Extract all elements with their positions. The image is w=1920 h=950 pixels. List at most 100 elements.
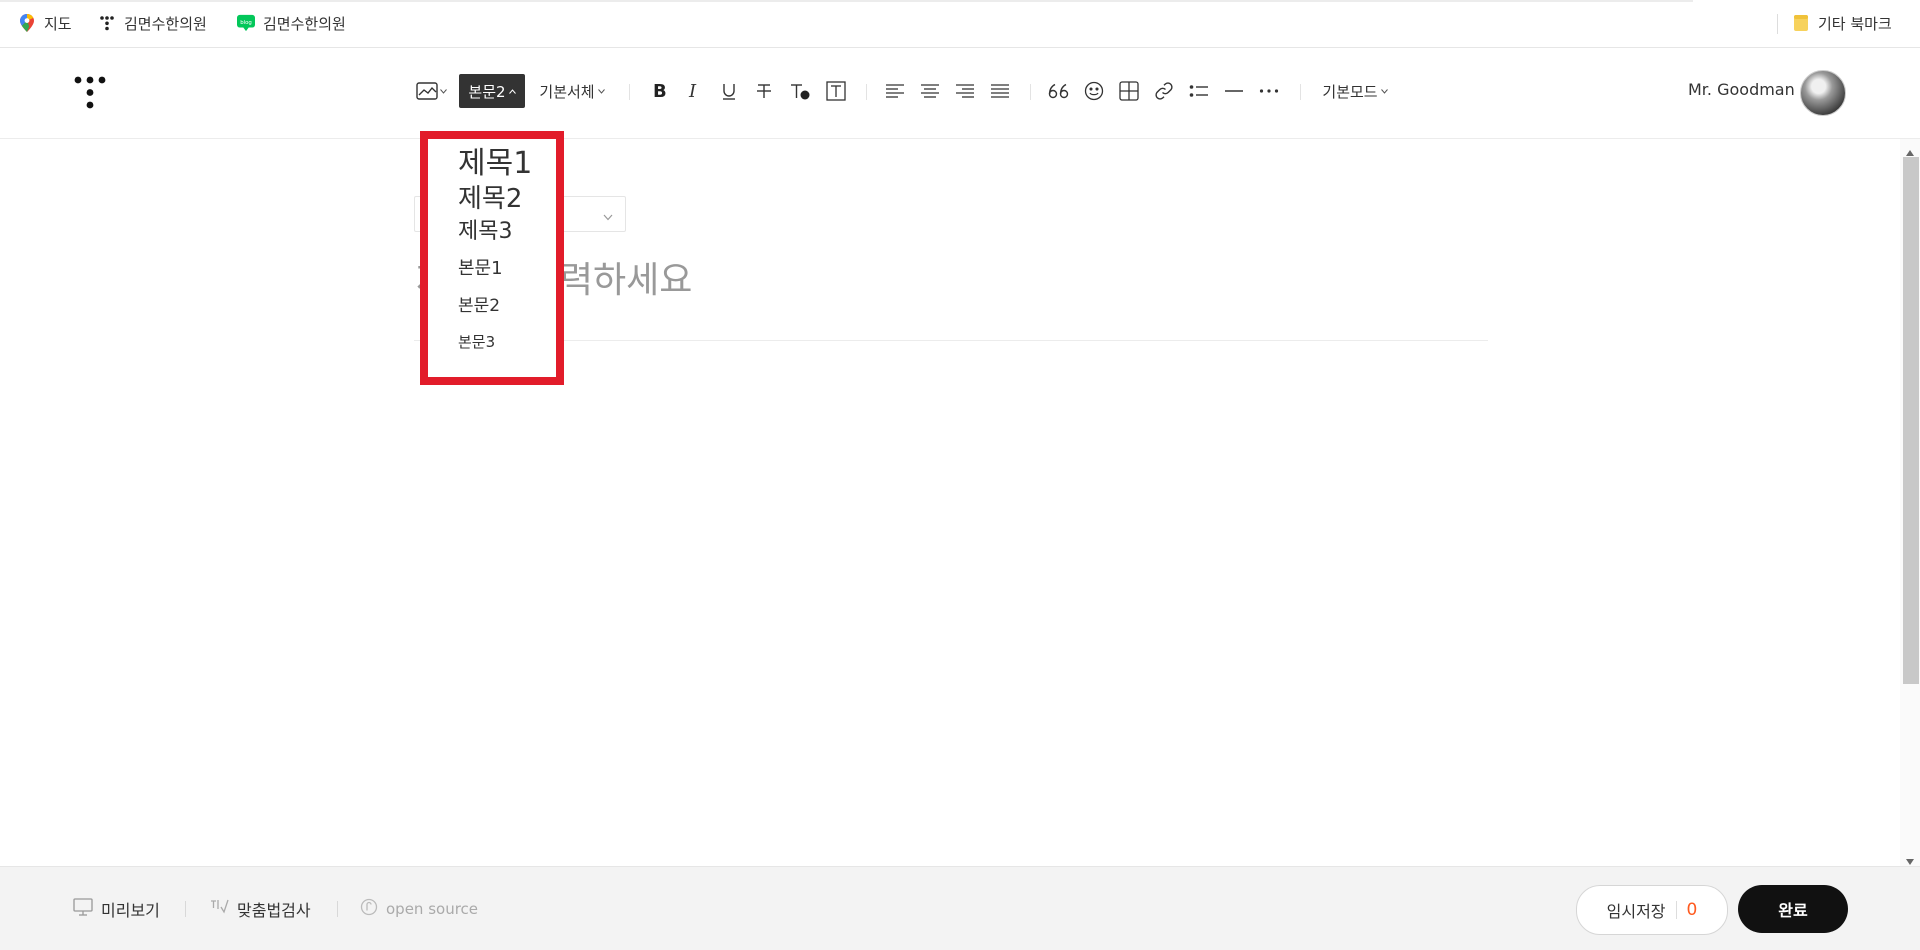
svg-text:B: B [653,82,667,100]
bookmark-tistory[interactable]: 김면수한의원 [98,11,207,35]
dropdown-item-body2[interactable]: 본문2 [458,298,500,315]
table-button[interactable] [1116,73,1142,109]
dropdown-item-heading2[interactable]: 제목2 [458,186,522,212]
temp-save-count: 0 [1686,900,1698,920]
bold-button[interactable]: B [648,73,672,109]
editor-footer: 미리보기 맞춤법검사 open source 임시저장 0 완료 [0,866,1920,950]
editor-mode-button[interactable]: 기본모드 [1318,73,1392,109]
monitor-icon [73,898,93,920]
list-icon [1189,83,1209,99]
bookmark-label: 김면수한의원 [263,14,346,33]
done-label: 완료 [1778,901,1808,920]
spellcheck-label: 맞춤법검사 [237,901,311,920]
bookmark-other-folder[interactable]: 기타 북마크 [1792,11,1892,35]
toolbar-separator [1300,84,1301,100]
list-button[interactable] [1186,73,1212,109]
editor-content [0,139,1900,866]
preview-label: 미리보기 [101,901,160,920]
dropdown-item-heading3[interactable]: 제목3 [458,221,512,243]
font-family-button[interactable]: 기본서체 [535,73,609,109]
align-right-icon [955,83,975,99]
footer-separator [185,901,186,917]
spellcheck-icon [209,898,229,920]
underline-icon [721,82,737,100]
image-icon [415,82,438,100]
strikethrough-button[interactable] [752,73,776,109]
chevron-down-icon [603,206,613,225]
bold-icon: B [652,82,668,100]
open-source-link[interactable]: open source [360,897,478,921]
text-background-button[interactable] [823,73,849,109]
toolbar-separator [866,84,867,100]
title-input[interactable] [414,252,1488,308]
quote-icon [1048,83,1070,99]
italic-button[interactable]: I [682,73,706,109]
dropdown-item-body1[interactable]: 본문1 [458,260,503,278]
bookmark-map[interactable]: 지도 [18,11,72,35]
temp-save-button[interactable]: 임시저장 0 [1576,885,1728,935]
text-background-icon [826,81,846,101]
bookmark-label: 지도 [44,14,72,33]
divider-button[interactable] [1221,73,1247,109]
dropdown-item-body3[interactable]: 본문3 [458,335,495,350]
text-color-icon [789,82,811,100]
align-justify-button[interactable] [988,73,1012,109]
editor-mode-label: 기본모드 [1322,82,1378,101]
bookmarks-bar: 지도 김면수한의원 blog 김면수한의원 기타 북마크 [0,0,1920,48]
more-button[interactable] [1256,73,1282,109]
emoji-icon [1084,81,1104,101]
insert-image-button[interactable] [414,73,448,109]
scroll-up-arrow-icon[interactable] [1905,143,1915,156]
paragraph-style-label: 본문2 [468,82,506,101]
bookmark-label: 기타 북마크 [1818,14,1892,33]
chevron-down-icon [1380,88,1388,94]
chevron-down-icon [439,88,447,94]
tab-strip-edge [0,0,1693,2]
link-icon [1154,81,1174,101]
footer-separator [337,901,338,917]
align-right-button[interactable] [953,73,977,109]
bookmark-blog[interactable]: blog 김면수한의원 [237,11,346,35]
paragraph-style-button[interactable]: 본문2 [459,74,525,108]
open-source-icon [360,898,378,920]
toolbar-separator [1030,84,1031,100]
italic-icon: I [687,82,701,100]
scrollbar-thumb[interactable] [1903,157,1919,684]
paragraph-style-dropdown: 제목1 제목2 제목3 본문1 본문2 본문3 [420,131,564,385]
font-family-label: 기본서체 [539,82,595,101]
open-source-label: open source [386,900,479,918]
tistory-logo-icon[interactable] [74,76,106,110]
tistory-icon [98,14,116,32]
svg-text:I: I [688,82,697,100]
align-center-button[interactable] [918,73,942,109]
quote-button[interactable] [1046,73,1072,109]
spellcheck-button[interactable]: 맞춤법검사 [209,897,311,921]
avatar[interactable] [1800,70,1846,116]
svg-text:blog: blog [240,20,252,26]
temp-save-divider [1675,901,1677,919]
preview-button[interactable]: 미리보기 [73,897,160,921]
blog-icon: blog [237,14,255,32]
title-underline [414,340,1488,341]
map-pin-icon [18,14,36,32]
link-button[interactable] [1151,73,1177,109]
chevron-up-icon [508,88,516,94]
emoji-button[interactable] [1081,73,1107,109]
toolbar-separator [629,84,630,100]
table-icon [1119,81,1139,101]
done-button[interactable]: 완료 [1738,885,1848,933]
underline-button[interactable] [717,73,741,109]
text-color-button[interactable] [787,73,813,109]
folder-icon [1792,14,1810,32]
dropdown-item-heading1[interactable]: 제목1 [458,149,532,179]
user-name[interactable]: Mr. Goodman [1688,80,1795,104]
chevron-down-icon [597,88,605,94]
align-left-icon [885,83,905,99]
scroll-down-arrow-icon[interactable] [1905,852,1915,865]
divider-icon [1224,89,1244,93]
editor-header: 본문2 기본서체 B I 기본모드 Mr. Goodman [0,48,1920,139]
align-justify-icon [990,83,1010,99]
align-left-button[interactable] [883,73,907,109]
temp-save-label: 임시저장 [1606,902,1666,921]
more-icon [1259,89,1279,93]
